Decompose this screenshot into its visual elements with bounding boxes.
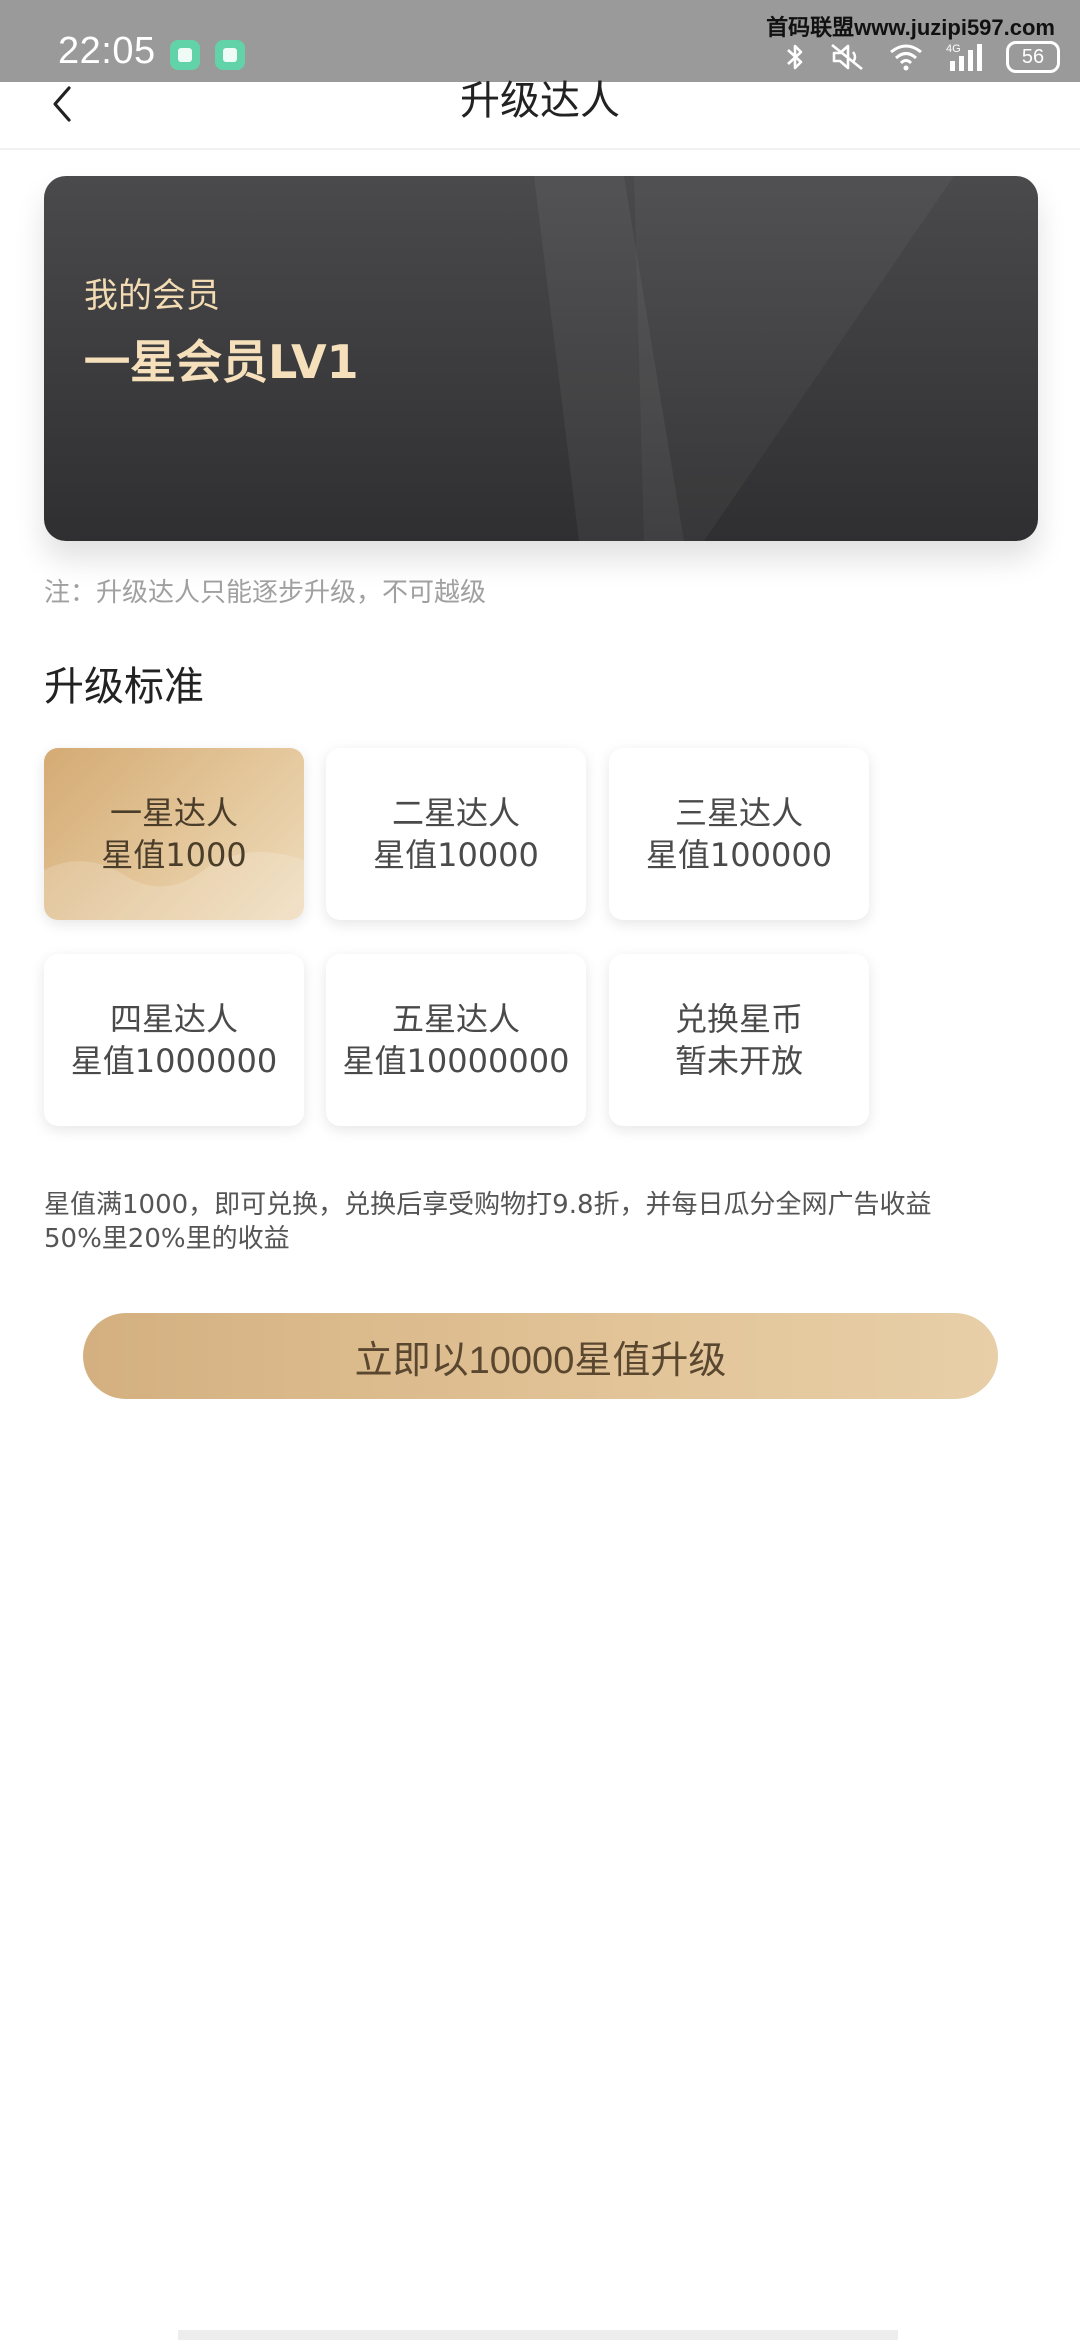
upgrade-note: 注：升级达人只能逐步升级，不可越级 xyxy=(44,578,487,608)
level-name: 一星达人 xyxy=(109,794,238,832)
bottom-bar xyxy=(178,2330,898,2340)
level-value: 星值10000 xyxy=(373,836,539,874)
page-title: 升级达人 xyxy=(460,78,620,124)
level-card-4[interactable]: 四星达人 星值1000000 xyxy=(44,954,304,1126)
member-card-label: 我的会员 xyxy=(84,276,220,316)
level-name: 三星达人 xyxy=(674,794,803,832)
shield-app-icon xyxy=(170,40,200,70)
exchange-star-coin-card[interactable]: 兑换星币 暂未开放 xyxy=(609,954,869,1126)
member-level: 一星会员LV1 xyxy=(84,335,359,389)
level-name: 兑换星币 xyxy=(674,1000,803,1038)
level-name: 四星达人 xyxy=(109,1000,238,1038)
level-value: 星值1000 xyxy=(101,836,247,874)
card-app-icon xyxy=(215,40,245,70)
level-value: 星值100000 xyxy=(645,836,833,874)
level-name: 二星达人 xyxy=(391,794,520,832)
network-type-label: 4G xyxy=(946,43,961,55)
level-card-5[interactable]: 五星达人 星值10000000 xyxy=(326,954,586,1126)
level-value: 星值10000000 xyxy=(342,1042,570,1080)
section-title: 升级标准 xyxy=(44,664,204,710)
benefit-description: 星值满1000，即可兑换，兑换后享受购物打9.8折，并每日瓜分全网广告收益50%… xyxy=(44,1190,932,1254)
upgrade-button[interactable]: 立即以10000星值升级 xyxy=(83,1313,998,1399)
level-card-3[interactable]: 三星达人 星值100000 xyxy=(609,748,869,920)
level-value: 星值1000000 xyxy=(70,1042,278,1080)
level-card-1[interactable]: 一星达人 星值1000 xyxy=(44,748,304,920)
status-time: 22:05 xyxy=(58,30,156,72)
member-card: 我的会员 一星会员LV1 xyxy=(44,176,1038,541)
level-name: 五星达人 xyxy=(391,1000,520,1038)
navbar: 升级达人 xyxy=(0,78,1080,150)
level-value: 暂未开放 xyxy=(674,1042,803,1080)
level-card-2[interactable]: 二星达人 星值10000 xyxy=(326,748,586,920)
